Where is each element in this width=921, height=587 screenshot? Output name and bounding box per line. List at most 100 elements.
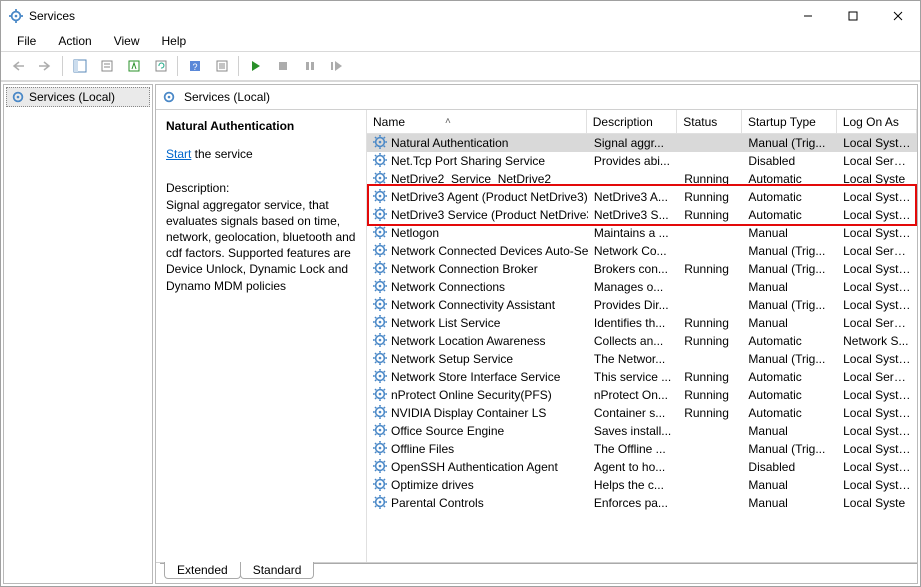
service-logon: Local Syste... — [837, 136, 917, 150]
service-icon — [373, 225, 387, 242]
tab-extended[interactable]: Extended — [164, 562, 241, 579]
service-name: Network Connection Broker — [391, 262, 538, 276]
service-name: Network Connections — [391, 280, 505, 294]
start-service-link[interactable]: Start — [166, 147, 191, 161]
table-row[interactable]: Network Connection BrokerBrokers con...R… — [367, 260, 917, 278]
start-service-suffix: the service — [191, 147, 252, 161]
table-row[interactable]: NetlogonMaintains a ...ManualLocal Syste… — [367, 224, 917, 242]
menu-help[interactable]: Help — [152, 32, 197, 50]
table-row[interactable]: Network List ServiceIdentifies th...Runn… — [367, 314, 917, 332]
restart-service-button[interactable] — [324, 54, 349, 78]
column-description[interactable]: Description — [587, 110, 678, 134]
service-icon — [373, 423, 387, 440]
table-row[interactable]: OpenSSH Authentication AgentAgent to ho.… — [367, 458, 917, 476]
table-row[interactable]: NetDrive2_Service_NetDrive2RunningAutoma… — [367, 170, 917, 188]
service-startup: Manual — [742, 280, 837, 294]
table-row[interactable]: Parental ControlsEnforces pa...ManualLoc… — [367, 494, 917, 512]
column-name[interactable]: Name — [367, 110, 587, 134]
service-icon — [373, 261, 387, 278]
service-name: NetDrive3 Agent (Product NetDrive3) — [391, 190, 588, 204]
table-row[interactable]: Network Connectivity AssistantProvides D… — [367, 296, 917, 314]
service-startup: Manual — [742, 226, 837, 240]
help-button[interactable]: ? — [182, 54, 207, 78]
service-logon: Local Syste... — [837, 442, 917, 456]
table-row[interactable]: Natural AuthenticationSignal aggr...Manu… — [367, 134, 917, 152]
service-startup: Manual (Trig... — [742, 352, 837, 366]
service-startup: Automatic — [742, 370, 837, 384]
service-startup: Manual — [742, 496, 837, 510]
service-startup: Automatic — [742, 388, 837, 402]
maximize-button[interactable] — [830, 1, 875, 31]
service-description: Signal aggr... — [588, 136, 678, 150]
service-name: Natural Authentication — [391, 136, 508, 150]
stop-service-button[interactable] — [270, 54, 295, 78]
tab-standard[interactable]: Standard — [240, 562, 315, 579]
table-row[interactable]: nProtect Online Security(PFS)nProtect On… — [367, 386, 917, 404]
main-area: Services (Local) Services (Local) Natura… — [1, 81, 920, 586]
service-logon: Local Syste... — [837, 460, 917, 474]
service-description: Network Co... — [588, 244, 678, 258]
table-row[interactable]: Network Connections Manages o... ManualLoc… — [367, 278, 917, 296]
services-window: Services File Action View Help ? — [0, 0, 921, 587]
menu-action[interactable]: Action — [48, 32, 101, 50]
service-startup: Automatic — [742, 172, 837, 186]
service-icon — [373, 189, 387, 206]
service-startup: Manual (Trig... — [742, 442, 837, 456]
show-hide-console-tree-button[interactable] — [67, 54, 92, 78]
console-tree[interactable]: Services (Local) — [3, 84, 153, 584]
pause-service-button[interactable] — [297, 54, 322, 78]
tabstrip: Extended Standard — [156, 562, 917, 583]
export-button[interactable] — [209, 54, 234, 78]
table-row[interactable]: Network Connected Devices Auto-SetupNetw… — [367, 242, 917, 260]
table-row[interactable]: Office Source EngineSaves install...Manu… — [367, 422, 917, 440]
table-row[interactable]: NetDrive3 Service (Product NetDrive3)Net… — [367, 206, 917, 224]
list-body[interactable]: Natural Authentication Signal aggr... Manu… — [367, 134, 917, 562]
table-row[interactable]: NVIDIA Display Container LSContainer s..… — [367, 404, 917, 422]
properties-button[interactable] — [94, 54, 119, 78]
tree-item-label: Services (Local) — [29, 90, 115, 104]
service-list: Name Description Status Startup Type Log… — [366, 110, 917, 562]
start-service-button[interactable] — [243, 54, 268, 78]
titlebar: Services — [1, 1, 920, 31]
service-description: Provides abi... — [588, 154, 678, 168]
service-name: Offline Files — [391, 442, 454, 456]
table-row[interactable]: Optimize drivesHelps the c...ManualLocal… — [367, 476, 917, 494]
service-description: Container s... — [588, 406, 678, 420]
table-row[interactable]: Network Location Awareness Collects an...… — [367, 332, 917, 350]
service-description: Maintains a ... — [588, 226, 678, 240]
service-status: Running — [678, 190, 742, 204]
nav-forward-button[interactable] — [33, 54, 58, 78]
service-logon: Local Service — [837, 244, 917, 258]
minimize-button[interactable] — [785, 1, 830, 31]
service-startup: Manual (Trig... — [742, 244, 837, 258]
menu-file[interactable]: File — [7, 32, 46, 50]
service-description: Enforces pa... — [588, 496, 678, 510]
service-description: nProtect On... — [588, 388, 678, 402]
menu-view[interactable]: View — [104, 32, 150, 50]
table-row[interactable]: Net.Tcp Port Sharing ServiceProvides abi… — [367, 152, 917, 170]
table-row[interactable]: Offline Files The Offline ... Manual (Trig… — [367, 440, 917, 458]
service-icon — [373, 297, 387, 314]
service-description: The Offline ... — [588, 442, 678, 456]
close-button[interactable] — [875, 1, 920, 31]
services-icon — [11, 90, 25, 104]
service-name: Network Location Awareness — [391, 334, 546, 348]
tree-item-services-local[interactable]: Services (Local) — [6, 87, 150, 107]
column-status[interactable]: Status — [677, 110, 742, 134]
service-description: Manages o... — [588, 280, 678, 294]
export-list-button[interactable] — [121, 54, 146, 78]
selected-service-name: Natural Authentication — [166, 118, 356, 134]
column-startup[interactable]: Startup Type — [742, 110, 837, 134]
service-status: Running — [678, 208, 742, 222]
service-startup: Manual — [742, 424, 837, 438]
refresh-button[interactable] — [148, 54, 173, 78]
column-logon[interactable]: Log On As — [837, 110, 917, 134]
service-status: Running — [678, 172, 742, 186]
table-row[interactable]: NetDrive3 Agent (Product NetDrive3)NetDr… — [367, 188, 917, 206]
table-row[interactable]: Network Store Interface ServiceThis serv… — [367, 368, 917, 386]
nav-back-button[interactable] — [6, 54, 31, 78]
service-logon: Local Syste... — [837, 280, 917, 294]
service-description: This service ... — [588, 370, 678, 384]
table-row[interactable]: Network Setup ServiceThe Networ...Manual… — [367, 350, 917, 368]
service-description: Collects an... — [588, 334, 678, 348]
